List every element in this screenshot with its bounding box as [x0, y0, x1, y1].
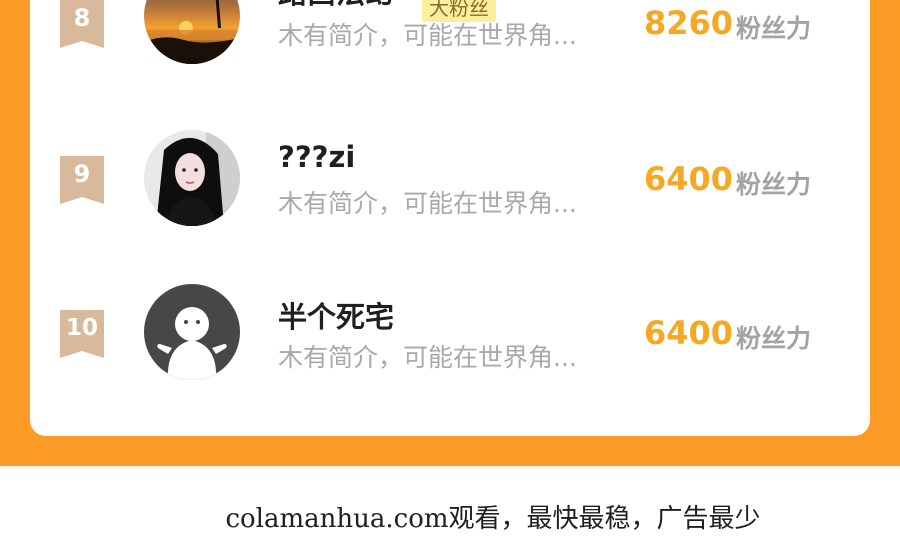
user-bio: 木有简介，可能在世界角... [278, 343, 577, 372]
rank-number: 8 [73, 4, 91, 32]
rank-ribbon-icon: 8 [60, 0, 104, 48]
fan-score-unit: 粉丝力 [736, 14, 812, 43]
leaderboard-row-8[interactable]: 8 路西法幻 大粉丝 木有 [30, 0, 870, 80]
leaderboard-row-9[interactable]: 9 ???zi 木有简介，可能在世界角... 6400 粉丝力 [30, 128, 870, 238]
user-bio: 木有简介，可能在世界角... [278, 189, 577, 218]
fan-score: 6400 [644, 314, 734, 352]
fan-score: 6400 [644, 160, 734, 198]
user-name: 半个死宅 [278, 300, 395, 334]
user-name: 路西法幻 [278, 0, 394, 12]
user-name: ???zi [278, 140, 356, 174]
fan-score-unit: 粉丝力 [736, 324, 812, 353]
girl-portrait-avatar[interactable] [144, 130, 240, 226]
rank-number: 10 [65, 315, 98, 341]
fan-score-unit: 粉丝力 [736, 170, 812, 199]
rank-ribbon-icon: 10 [60, 310, 104, 358]
rank-number: 9 [73, 160, 91, 188]
user-bio: 木有简介，可能在世界角... [278, 21, 577, 50]
leaderboard-row-10[interactable]: 10 半个死宅 木有简介，可能在世界角... 6400 粉丝力 [30, 282, 870, 392]
site-watermark: colamanhua.com观看，最快最稳，广告最少 [225, 504, 761, 534]
rank-ribbon-icon: 9 [60, 156, 104, 204]
sunset-photo-avatar[interactable] [144, 0, 240, 64]
leaderboard-card: 8 路西法幻 大粉丝 木有 [30, 0, 870, 436]
fan-score: 8260 [644, 4, 734, 42]
default-ghost-avatar[interactable] [144, 284, 240, 380]
